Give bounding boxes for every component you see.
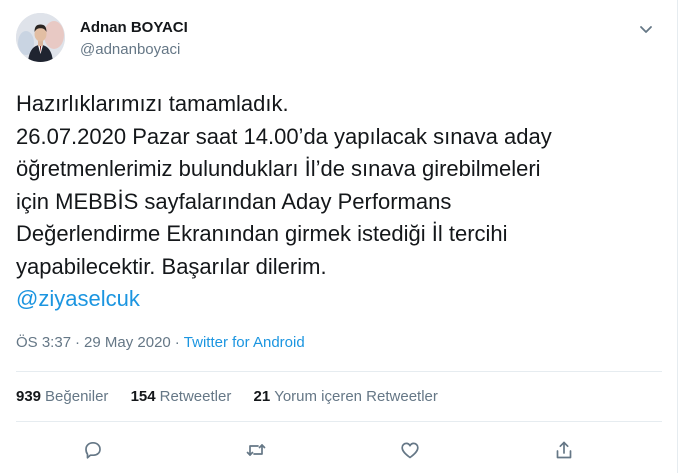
meta-separator: · [174, 334, 180, 351]
avatar[interactable] [16, 13, 65, 62]
tweet-source-link[interactable]: Twitter for Android [184, 334, 305, 351]
meta-separator: · [75, 334, 81, 351]
tweet-actions [16, 433, 656, 469]
tweet-header: Adnan BOYACI @adnanboyaci [16, 13, 656, 73]
quotes-label: Yorum içeren Retweetler [274, 388, 438, 405]
retweets-count: 154 [130, 388, 156, 405]
tweet-date[interactable]: 29 May 2020 [84, 334, 171, 351]
retweet-icon[interactable] [244, 438, 268, 462]
display-name[interactable]: Adnan BOYACI [80, 19, 188, 37]
quote-tweets-stat[interactable]: 21 Yorum içeren Retweetler [254, 387, 438, 407]
tweet-text-line: Değerlendirme Ekranından girmek istediği… [16, 221, 508, 246]
divider [16, 371, 662, 372]
tweet-text-line: için MEBBİS sayfalarından Aday Performan… [16, 188, 452, 214]
chevron-down-icon[interactable] [636, 19, 656, 39]
likes-count: 939 [16, 388, 42, 405]
tweet-time[interactable]: ÖS 3:37 [16, 334, 71, 351]
author-names: Adnan BOYACI @adnanboyaci [80, 19, 188, 60]
reply-icon[interactable] [81, 438, 105, 462]
tweet-text-line: Hazırlıklarımızı tamamladık. [16, 91, 289, 116]
likes-label: Beğeniler [45, 388, 109, 405]
tweet-card: Adnan BOYACI @adnanboyaci Hazırlıklarımı… [0, 0, 678, 473]
heart-icon[interactable] [398, 438, 422, 462]
username[interactable]: @adnanboyaci [80, 40, 188, 60]
share-icon[interactable] [552, 438, 576, 462]
retweets-stat[interactable]: 154 Retweetler [131, 387, 232, 407]
tweet-text-line: 26.07.2020 Pazar saat 14.00’da yapılacak… [16, 123, 552, 149]
quotes-count: 21 [253, 388, 271, 405]
tweet-text-line: öğretmenlerimiz bulundukları İl’de sınav… [16, 156, 541, 181]
likes-stat[interactable]: 939 Beğeniler [16, 387, 108, 407]
mention-link[interactable]: @ziyaselcuk [16, 283, 646, 316]
tweet-text: Hazırlıklarımızı tamamladık. 26.07.2020 … [16, 88, 646, 316]
tweet-text-line: yapabilecektir. Başarılar dilerim. [16, 253, 327, 279]
tweet-meta: ÖS 3:37 · 29 May 2020 · Twitter for Android [16, 333, 305, 353]
tweet-stats: 939 Beğeniler 154 Retweetler 21 Yorum içere… [16, 387, 456, 407]
divider [16, 421, 662, 422]
retweets-label: Retweetler [159, 388, 232, 405]
